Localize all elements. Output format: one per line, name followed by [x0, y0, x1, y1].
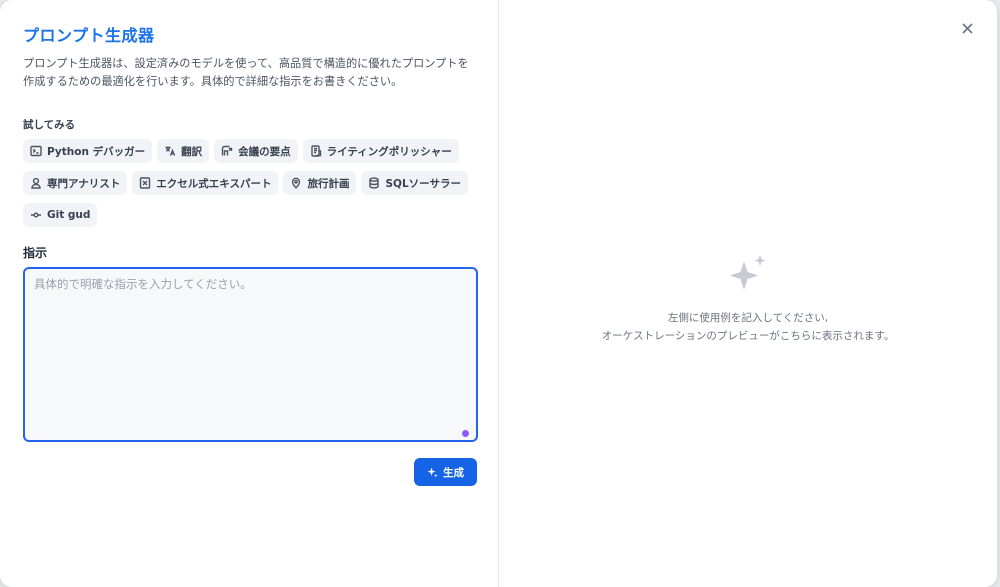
description-line-2: 作成するための最適化を行います。具体的で詳細な指示をお書きください。 [23, 75, 403, 88]
chip-label: ライティングポリッシャー [326, 145, 452, 158]
example-chip-writing-polisher[interactable]: ライティングポリッシャー [302, 139, 459, 163]
left-panel: プロンプト生成器 プロンプト生成器は、設定済みのモデルを使って、高品質で構造的に… [0, 0, 499, 587]
grammar-assistant-dot[interactable] [462, 430, 469, 437]
preview-empty-text: 左側に使用例を記入してください, オーケストレーションのプレビューがこちらに表示… [499, 309, 997, 345]
chip-label: 専門アナリスト [47, 177, 121, 190]
try-label: 試してみる [23, 119, 76, 131]
generate-button[interactable]: 生成 [414, 458, 477, 486]
example-chip-excel-expert[interactable]: エクセル式エキスパート [132, 171, 279, 195]
modal-description: プロンプト生成器は、設定済みのモデルを使って、高品質で構造的に優れたプロンプトを… [23, 55, 476, 91]
example-chip-meeting-summary[interactable]: 会議の要点 [214, 139, 298, 163]
database-icon [369, 177, 380, 189]
modal-title: プロンプト生成器 [23, 26, 155, 45]
chip-label: 旅行計画 [307, 177, 350, 190]
instruction-field-wrapper [23, 267, 478, 442]
example-chip-python-debugger[interactable]: Python デバッガー [23, 139, 153, 163]
example-chip-translate[interactable]: 翻訳 [157, 139, 210, 163]
translate-icon [165, 146, 176, 156]
chip-label: SQLソーサラー [385, 177, 461, 190]
user-icon [31, 177, 41, 189]
example-chips: Python デバッガー 翻訳 会議の要点 ライティングポリッシャー 専門アナリ… [23, 139, 473, 227]
document-icon [310, 145, 321, 157]
terminal-icon [30, 145, 42, 157]
meeting-icon [221, 145, 233, 156]
sparkle-icon [729, 255, 766, 290]
instruction-input[interactable] [23, 267, 478, 442]
close-icon [961, 22, 973, 34]
empty-line-1: 左側に使用例を記入してください, [667, 312, 829, 324]
chip-label: エクセル式エキスパート [156, 177, 272, 190]
preview-panel: 左側に使用例を記入してください, オーケストレーションのプレビューがこちらに表示… [499, 0, 997, 587]
chip-label: 翻訳 [181, 145, 203, 158]
example-chip-sql-sorcerer[interactable]: SQLソーサラー [361, 171, 468, 195]
sparkle-icon [427, 466, 438, 477]
empty-line-2: オーケストレーションのプレビューがこちらに表示されます。 [601, 330, 895, 342]
chip-label: Git gud [47, 209, 91, 221]
chip-label: 会議の要点 [238, 145, 291, 158]
example-chip-travel-plan[interactable]: 旅行計画 [283, 171, 357, 195]
excel-icon [140, 177, 151, 189]
chip-label: Python デバッガー [47, 145, 146, 158]
instruction-label: 指示 [23, 246, 48, 260]
example-chip-expert-analyst[interactable]: 専門アナリスト [23, 171, 128, 195]
close-button[interactable] [959, 20, 975, 36]
prompt-generator-modal: プロンプト生成器 プロンプト生成器は、設定済みのモデルを使って、高品質で構造的に… [0, 0, 997, 587]
map-pin-icon [292, 177, 301, 189]
description-line-1: プロンプト生成器は、設定済みのモデルを使って、高品質で構造的に優れたプロンプトを [23, 57, 469, 70]
git-commit-icon [31, 212, 41, 218]
example-chip-git-gud[interactable]: Git gud [23, 203, 98, 227]
generate-label: 生成 [443, 466, 464, 479]
preview-empty-state: 左側に使用例を記入してください, オーケストレーションのプレビューがこちらに表示… [499, 253, 997, 345]
